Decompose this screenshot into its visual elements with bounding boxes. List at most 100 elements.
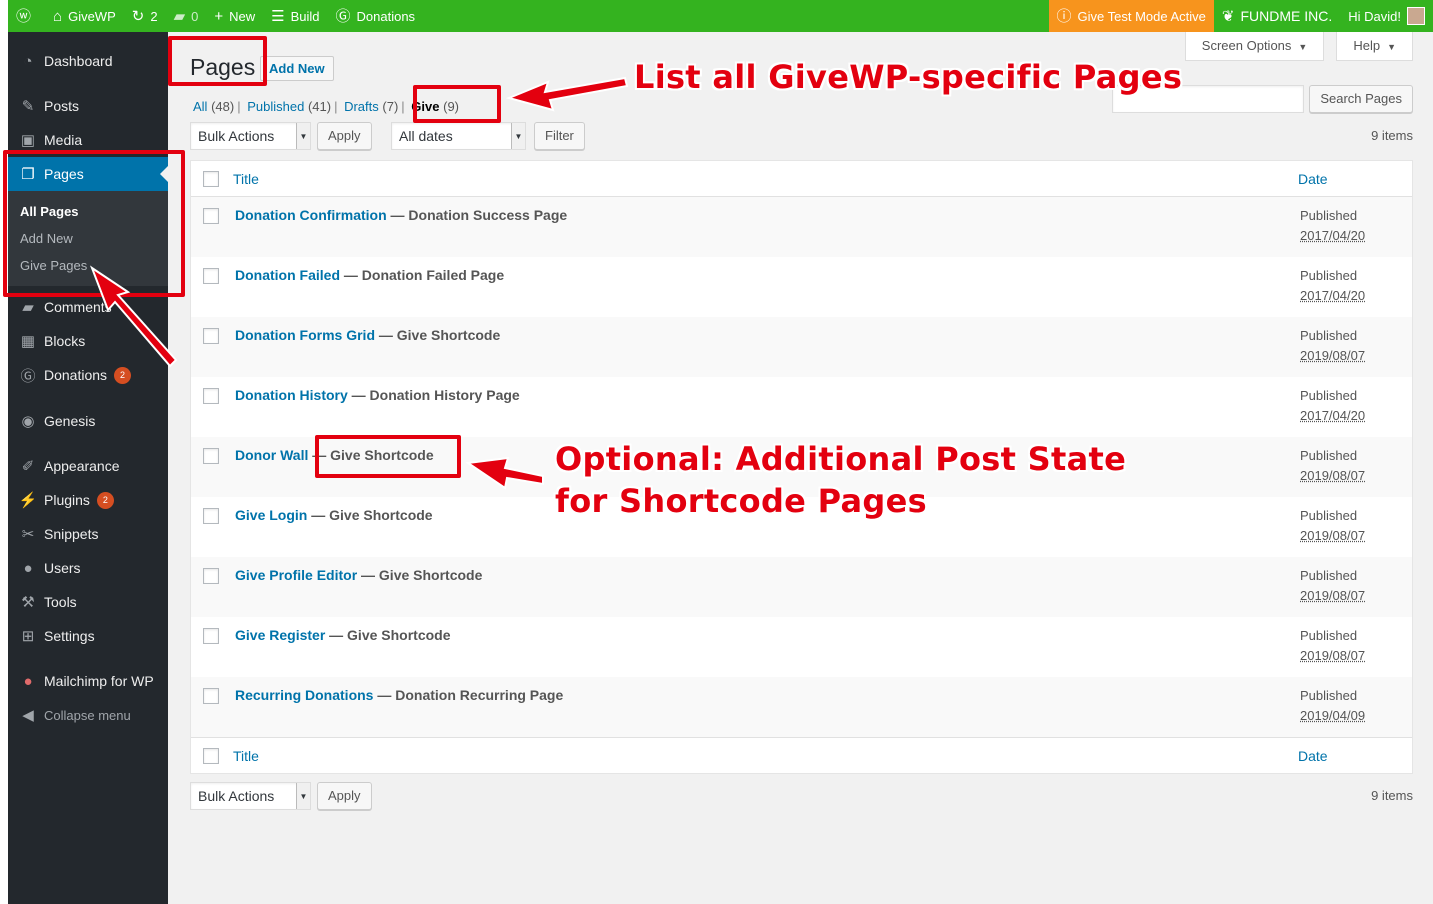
- date-column-footer[interactable]: Date: [1298, 748, 1328, 764]
- row-title-link[interactable]: Give Profile Editor: [235, 567, 357, 583]
- row-date: 2017/04/20: [1300, 288, 1366, 303]
- post-state: — Give Shortcode: [329, 627, 451, 643]
- sidebar-item-donations[interactable]: Ⓖ Donations 2: [8, 358, 168, 392]
- apply-button-top[interactable]: Apply: [317, 122, 372, 150]
- title-column-footer[interactable]: Title: [233, 748, 259, 764]
- bulk-actions-select-bottom[interactable]: Bulk Actions ▼: [190, 782, 311, 810]
- row-status: Published: [1300, 208, 1358, 223]
- collapse-menu-button[interactable]: ◀ Collapse menu: [8, 698, 168, 732]
- table-header: Title Date: [191, 161, 1412, 197]
- apply-button-bottom[interactable]: Apply: [317, 782, 372, 810]
- filter-button[interactable]: Filter: [534, 122, 585, 150]
- plugins-badge: 2: [96, 491, 114, 509]
- post-state: — Donation Recurring Page: [377, 687, 564, 703]
- highlight-pages-title: [168, 36, 267, 86]
- post-state: — Donation Failed Page: [343, 267, 505, 283]
- highlight-pages-menu: [3, 150, 185, 297]
- chevron-down-icon: ▼: [511, 123, 525, 149]
- row-checkbox[interactable]: [203, 268, 219, 284]
- caret-down-icon: ▼: [1298, 42, 1308, 52]
- row-date: 2019/04/09: [1300, 708, 1366, 723]
- account-menu[interactable]: Hi David!: [1340, 0, 1433, 32]
- post-state: — Donation Success Page: [390, 207, 568, 223]
- sidebar-item-tools[interactable]: ⚒ Tools: [8, 585, 168, 619]
- row-title-link[interactable]: Donation History: [235, 387, 348, 403]
- table-row: Donation Failed — Donation Failed Page P…: [191, 257, 1412, 317]
- leaf-icon: ❦: [1221, 7, 1235, 25]
- date-column-header[interactable]: Date: [1298, 171, 1328, 187]
- admin-bar: ⓦ ⌂ GiveWP ↻ 2 ▰ 0 + New ☰ Build Ⓖ Donations ⓘ…: [8, 0, 1433, 32]
- row-date: 2017/04/20: [1300, 228, 1366, 243]
- row-status: Published: [1300, 388, 1358, 403]
- comment-icon: ▰: [173, 7, 186, 25]
- test-mode-indicator[interactable]: ⓘ Give Test Mode Active: [1048, 0, 1214, 32]
- items-count-bottom: 9 items: [1371, 788, 1413, 803]
- sidebar-item-blocks[interactable]: ▦ Blocks: [8, 324, 168, 358]
- row-title-link[interactable]: Give Register: [235, 627, 325, 643]
- row-title-link[interactable]: Recurring Donations: [235, 687, 373, 703]
- table-row: Recurring Donations — Donation Recurring…: [191, 677, 1412, 737]
- donations-link[interactable]: Ⓖ Donations: [328, 0, 424, 32]
- row-status: Published: [1300, 688, 1358, 703]
- sidebar-item-posts[interactable]: ✎ Posts: [8, 89, 168, 123]
- row-checkbox[interactable]: [203, 688, 219, 704]
- wordpress-logo-icon[interactable]: ⓦ: [8, 0, 45, 32]
- search-pages-button[interactable]: Search Pages: [1309, 85, 1413, 113]
- view-published-link[interactable]: Published (41): [247, 99, 331, 114]
- view-all-link[interactable]: All (48): [193, 99, 234, 114]
- help-button[interactable]: Help ▼: [1336, 32, 1413, 61]
- table-row: Donation Confirmation — Donation Success…: [191, 197, 1412, 257]
- row-date: 2019/08/07: [1300, 528, 1366, 543]
- row-checkbox[interactable]: [203, 568, 219, 584]
- select-all-checkbox-footer[interactable]: [203, 747, 219, 764]
- sidebar-item-appearance[interactable]: ✐ Appearance: [8, 449, 168, 483]
- post-state: — Give Shortcode: [311, 507, 433, 523]
- row-status: Published: [1300, 268, 1358, 283]
- table-row: Donation Forms Grid — Give Shortcode Pub…: [191, 317, 1412, 377]
- row-date: 2019/08/07: [1300, 588, 1366, 603]
- sidebar-item-settings[interactable]: ⊞ Settings: [8, 619, 168, 653]
- settings-icon: ⊞: [21, 628, 35, 645]
- annotation-middle-line2: for Shortcode Pages: [555, 482, 927, 520]
- row-date: 2019/08/07: [1300, 468, 1366, 483]
- row-title-link[interactable]: Donation Forms Grid: [235, 327, 375, 343]
- comments-icon: ▰: [22, 299, 34, 316]
- row-checkbox[interactable]: [203, 208, 219, 224]
- comments-link[interactable]: ▰ 0: [166, 0, 207, 32]
- highlight-give-view: [413, 85, 501, 123]
- row-checkbox[interactable]: [203, 448, 219, 464]
- plus-icon: +: [214, 7, 224, 25]
- sidebar-item-genesis[interactable]: ◉ Genesis: [8, 404, 168, 438]
- add-new-button[interactable]: Add New: [260, 56, 334, 81]
- date-filter-select[interactable]: All dates ▼: [391, 122, 526, 150]
- view-drafts-link[interactable]: Drafts (7): [344, 99, 398, 114]
- sidebar-item-dashboard[interactable]: ◔ Dashboard: [8, 44, 168, 78]
- build-link[interactable]: ☰ Build: [263, 0, 327, 32]
- table-row: Donation History — Donation History Page…: [191, 377, 1412, 437]
- row-checkbox[interactable]: [203, 388, 219, 404]
- table-row: Give Profile Editor — Give Shortcode Pub…: [191, 557, 1412, 617]
- plugin-icon: ⚡: [18, 492, 38, 509]
- brush-icon: ✐: [21, 458, 35, 475]
- new-content-link[interactable]: + New: [206, 0, 263, 32]
- screen-options-button[interactable]: Screen Options ▼: [1184, 32, 1325, 61]
- row-title-link[interactable]: Donation Confirmation: [235, 207, 387, 223]
- bulk-actions-select[interactable]: Bulk Actions ▼: [190, 122, 311, 150]
- org-link[interactable]: ❦ FUNDME INC.: [1214, 0, 1340, 32]
- sidebar-item-snippets[interactable]: ✂ Snippets: [8, 517, 168, 551]
- sidebar-item-mailchimp[interactable]: ● Mailchimp for WP: [8, 664, 168, 698]
- title-column-header[interactable]: Title: [233, 171, 259, 187]
- build-icon: ☰: [271, 7, 285, 25]
- row-checkbox[interactable]: [203, 628, 219, 644]
- user-icon: ●: [23, 559, 33, 577]
- row-checkbox[interactable]: [203, 328, 219, 344]
- row-checkbox[interactable]: [203, 508, 219, 524]
- sidebar-item-plugins[interactable]: ⚡ Plugins 2: [8, 483, 168, 517]
- row-title-link[interactable]: Donation Failed: [235, 267, 340, 283]
- row-title-link[interactable]: Give Login: [235, 507, 307, 523]
- site-name-link[interactable]: ⌂ GiveWP: [45, 0, 124, 32]
- row-title-link[interactable]: Donor Wall: [235, 447, 308, 463]
- updates-link[interactable]: ↻ 2: [124, 0, 166, 32]
- sidebar-item-users[interactable]: ● Users: [8, 551, 168, 585]
- select-all-checkbox[interactable]: [203, 170, 219, 187]
